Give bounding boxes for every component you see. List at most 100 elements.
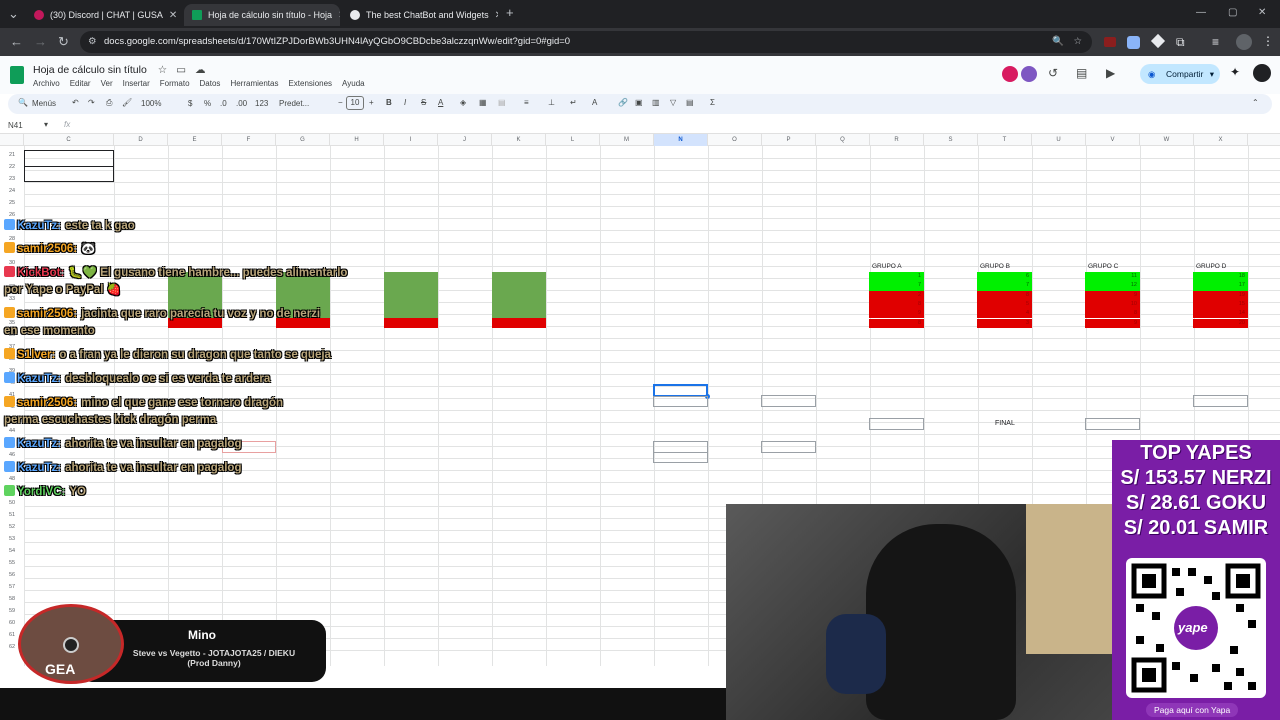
column-header-c[interactable]: C: [24, 134, 114, 146]
insert-comment-icon[interactable]: ▣: [635, 98, 643, 107]
profile-avatar[interactable]: [1236, 34, 1252, 50]
bracket-cell-red[interactable]: [492, 318, 546, 328]
menu-ver[interactable]: Ver: [101, 79, 113, 88]
tab-chatbot[interactable]: The best ChatBot and Widgets ✕: [342, 4, 498, 26]
group-table-cell[interactable]: 10: [1085, 299, 1140, 310]
row-header[interactable]: 23: [0, 176, 24, 182]
sheets-logo-icon[interactable]: [10, 66, 24, 84]
reload-icon[interactable]: ↻: [58, 34, 69, 50]
row-header[interactable]: 58: [0, 596, 24, 602]
column-header-t[interactable]: T: [978, 134, 1032, 146]
merge-cells-icon[interactable]: ▤: [498, 98, 506, 107]
menu-extensiones[interactable]: Extensiones: [288, 79, 332, 88]
row-header[interactable]: 57: [0, 584, 24, 590]
row-header[interactable]: 50: [0, 500, 24, 506]
increase-decimal-icon[interactable]: .00: [236, 99, 247, 108]
column-header-d[interactable]: D: [114, 134, 168, 146]
filter-views-icon[interactable]: ▤: [686, 98, 694, 107]
bracket-box[interactable]: [1193, 395, 1248, 407]
menu-herramientas[interactable]: Herramientas: [230, 79, 278, 88]
row-header[interactable]: 53: [0, 536, 24, 542]
menu-datos[interactable]: Datos: [200, 79, 221, 88]
column-header-u[interactable]: U: [1032, 134, 1086, 146]
zoom-icon[interactable]: 🔍: [1052, 31, 1064, 53]
group-table-cell[interactable]: 18: [1193, 272, 1248, 282]
column-header-g[interactable]: G: [276, 134, 330, 146]
maximize-icon[interactable]: ▢: [1228, 5, 1237, 21]
bracket-cell-green[interactable]: [384, 272, 438, 318]
back-icon[interactable]: ←: [10, 34, 23, 50]
column-header-w[interactable]: W: [1140, 134, 1194, 146]
move-folder-icon[interactable]: ▭: [176, 64, 186, 76]
fill-color-icon[interactable]: ◈: [460, 98, 466, 107]
column-header-h[interactable]: H: [330, 134, 384, 146]
name-box[interactable]: N41: [8, 121, 23, 130]
font-size-input[interactable]: 10: [346, 96, 364, 110]
strikethrough-icon[interactable]: S: [421, 98, 426, 107]
close-tab-icon[interactable]: ✕: [163, 10, 177, 21]
tab-spreadsheet[interactable]: Hoja de cálculo sin título - Hoja ✕: [184, 4, 340, 26]
decrease-decimal-icon[interactable]: .0: [220, 99, 227, 108]
extensions-puzzle-icon[interactable]: ⧉: [1176, 35, 1185, 50]
browser-menu-icon[interactable]: ⋮: [1262, 34, 1274, 48]
formula-input[interactable]: [80, 118, 1270, 132]
tab-search-icon[interactable]: ⌄: [8, 6, 19, 22]
group-table-cell[interactable]: 20: [1193, 318, 1248, 328]
group-table-cell[interactable]: 17: [1193, 281, 1248, 291]
bracket-box[interactable]: [761, 395, 816, 407]
extension-blue-icon[interactable]: [1127, 36, 1140, 49]
column-header-v[interactable]: V: [1086, 134, 1140, 146]
twitch-extension-icon[interactable]: [1021, 66, 1037, 82]
row-header[interactable]: 46: [0, 452, 24, 458]
group-table-cell[interactable]: 1: [869, 272, 924, 282]
gemini-sparkle-icon[interactable]: ✦: [1230, 65, 1240, 79]
site-info-icon[interactable]: ⚙: [88, 31, 97, 53]
text-color-icon[interactable]: A: [438, 98, 443, 107]
minimize-icon[interactable]: —: [1196, 5, 1206, 21]
group-table-cell[interactable]: 12: [1085, 281, 1140, 291]
gemini-extension-icon[interactable]: [1002, 66, 1018, 82]
vertical-align-icon[interactable]: ⊥: [548, 98, 555, 107]
filter-icon[interactable]: ▽: [670, 98, 676, 107]
currency-format-button[interactable]: $: [188, 99, 192, 108]
text-rotation-icon[interactable]: A: [592, 98, 597, 107]
close-tab-icon[interactable]: ✕: [489, 10, 498, 21]
bracket-box[interactable]: [653, 396, 708, 407]
meet-icon[interactable]: ▶: [1106, 66, 1115, 80]
borders-icon[interactable]: ▦: [479, 98, 487, 107]
bold-icon[interactable]: B: [386, 98, 392, 107]
row-header[interactable]: 51: [0, 512, 24, 518]
bracket-box[interactable]: [869, 418, 924, 430]
share-button[interactable]: ◉ Compartir ▾: [1140, 64, 1220, 84]
row-header[interactable]: 52: [0, 524, 24, 530]
group-table-cell[interactable]: 7: [977, 281, 1032, 291]
row-header[interactable]: 54: [0, 548, 24, 554]
menu-archivo[interactable]: Archivo: [33, 79, 60, 88]
group-table-cell[interactable]: 8: [869, 299, 924, 310]
row-header[interactable]: 22: [0, 164, 24, 170]
insert-chart-icon[interactable]: ▥: [652, 98, 660, 107]
group-table-cell[interactable]: 9: [869, 309, 924, 319]
bracket-box[interactable]: [761, 441, 816, 453]
row-header[interactable]: 21: [0, 152, 24, 158]
tab-discord[interactable]: (30) Discord | CHAT | GUSA ✕: [26, 4, 182, 26]
column-header-q[interactable]: Q: [816, 134, 870, 146]
group-table-cell[interactable]: 14: [1193, 309, 1248, 319]
paint-format-icon[interactable]: 🖌: [122, 98, 132, 107]
more-formats-button[interactable]: 123: [255, 99, 268, 108]
row-header[interactable]: 55: [0, 560, 24, 566]
group-table-cell[interactable]: 4: [977, 309, 1032, 319]
print-icon[interactable]: ⎙: [106, 98, 112, 108]
bracket-cell-red[interactable]: [384, 318, 438, 328]
row-header[interactable]: 44: [0, 428, 24, 434]
column-header-k[interactable]: K: [492, 134, 546, 146]
column-header-p[interactable]: P: [762, 134, 816, 146]
bookmark-star-icon[interactable]: ☆: [1073, 31, 1082, 53]
group-table-cell[interactable]: 2: [869, 290, 924, 300]
group-table-cell[interactable]: 8: [1085, 309, 1140, 319]
menu-editar[interactable]: Editar: [70, 79, 91, 88]
functions-icon[interactable]: Σ: [710, 98, 715, 107]
close-tab-icon[interactable]: ✕: [332, 10, 340, 21]
group-table-cell[interactable]: 3: [977, 318, 1032, 328]
bracket-box[interactable]: [1085, 418, 1140, 430]
